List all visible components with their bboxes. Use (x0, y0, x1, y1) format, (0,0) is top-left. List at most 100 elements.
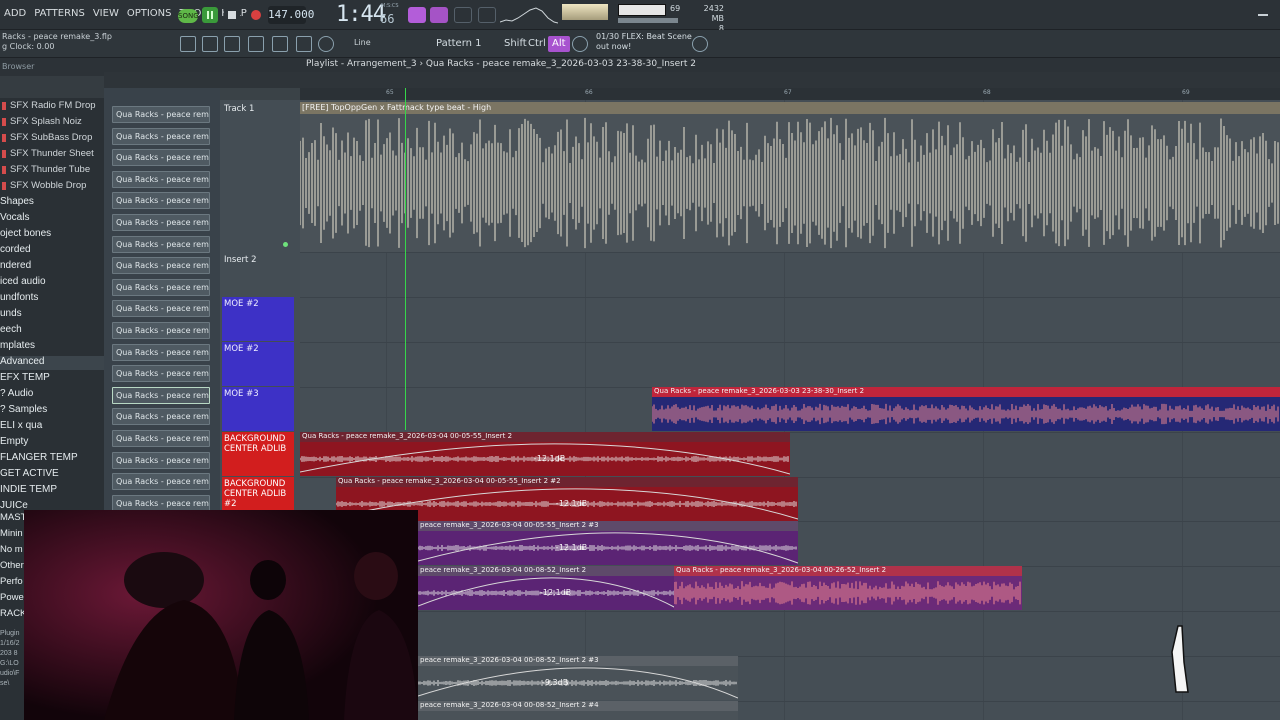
audio-clip-row9a[interactable]: peace remake_3_2026-03-04 00-08-52_Inser… (418, 566, 676, 610)
picker-clip[interactable]: Qua Racks - peace remak... (112, 451, 210, 469)
browser-icon[interactable] (296, 36, 312, 52)
browser-item[interactable]: ELI x qua (0, 420, 104, 434)
countdown-icon[interactable] (430, 7, 448, 23)
picker-clip[interactable]: Qua Racks - peace remak... (112, 214, 210, 231)
browser-item[interactable]: No m (0, 544, 23, 555)
picker-clip[interactable]: Qua Racks - peace remak... (112, 300, 210, 318)
browser-item[interactable]: SFX Wobble Drop (0, 180, 104, 194)
picker-clip[interactable]: Qua Racks - peace remak... (112, 322, 210, 339)
audio-clip-bg1[interactable]: Qua Racks - peace remake_3_2026-03-04 00… (300, 432, 790, 476)
picker-clip[interactable]: Qua Racks - peace remak... (112, 127, 210, 145)
picker-clip[interactable]: Qua Racks - peace remak... (112, 235, 210, 253)
browser-item[interactable]: iced audio (0, 276, 104, 290)
menu-add[interactable]: ADD (4, 8, 26, 19)
browser-item[interactable]: ? Samples (0, 404, 104, 418)
browser-item-label: Empty (0, 436, 29, 447)
master-pitch-slider[interactable] (618, 18, 678, 23)
record-button[interactable] (248, 7, 264, 23)
song-mode-toggle[interactable]: SONG (178, 9, 199, 23)
piano-roll-icon[interactable] (224, 36, 240, 52)
snap-selector[interactable]: Line (354, 38, 371, 47)
browser-item[interactable]: Empty (0, 436, 104, 450)
browser-item[interactable]: SFX Radio FM Drop (0, 100, 104, 114)
browser-item[interactable]: unds (0, 308, 104, 322)
browser-item[interactable]: GET ACTIVE (0, 468, 104, 482)
master-volume-slider[interactable] (618, 4, 666, 16)
timeline-ruler[interactable]: 65 66 67 68 69 (300, 88, 1280, 100)
track-header-5[interactable]: MOE #3 (222, 387, 294, 431)
browser-item[interactable]: SFX Thunder Tube (0, 164, 104, 178)
browser-item[interactable]: Vocals (0, 212, 104, 226)
menu-options[interactable]: OPTIONS (127, 8, 172, 19)
picker-clip[interactable]: Qua Racks - peace remak... (112, 408, 210, 426)
browser-item[interactable]: ? Audio (0, 388, 104, 402)
browser-item[interactable]: SFX SubBass Drop (0, 132, 104, 146)
menu-view[interactable]: VIEW (93, 8, 119, 19)
snap-icon[interactable] (180, 36, 196, 52)
audio-clip-row9b[interactable]: Qua Racks - peace remake_3_2026-03-04 00… (674, 566, 1022, 610)
browser-item[interactable]: ndered (0, 260, 104, 274)
browser-item[interactable]: undfonts (0, 292, 104, 306)
picker-clip[interactable]: Qua Racks - peace remak... (112, 365, 210, 383)
track-led[interactable] (283, 242, 288, 247)
picker-clip[interactable]: Qua Racks - peace remak... (112, 170, 210, 188)
browser-item[interactable]: FLANGER TEMP (0, 452, 104, 466)
stop-button[interactable] (224, 7, 240, 23)
play-pause-button[interactable] (202, 7, 218, 23)
news-ticker[interactable]: 01/30 FLEX: Beat Scene out now! (596, 32, 692, 52)
audio-clip-beat[interactable]: [FREE] TopOppGen x Fattmack type beat - … (300, 102, 1280, 252)
picker-clip[interactable]: Qua Racks - peace remak... (112, 278, 210, 296)
browser-item[interactable]: eech (0, 324, 104, 338)
audio-clip-row11[interactable]: peace remake_3_2026-03-04 00-08-52_Inser… (418, 656, 738, 700)
browser-item[interactable]: MAST (0, 512, 26, 523)
channel-rack-icon[interactable] (202, 36, 218, 52)
pattern-selector[interactable]: Pattern 1 (436, 36, 496, 52)
browser-item[interactable]: EFX TEMP (0, 372, 104, 386)
minimize-icon[interactable] (1258, 14, 1268, 16)
browser-item[interactable]: corded (0, 244, 104, 258)
browser-item[interactable]: INDIE TEMP (0, 484, 104, 498)
audio-clip-row12[interactable]: peace remake_3_2026-03-04 00-08-52_Inser… (418, 701, 738, 720)
browser-item[interactable]: SFX Splash Noiz (0, 116, 104, 130)
track-header-3[interactable]: MOE #2 (222, 297, 294, 341)
tempo-display[interactable]: 147.000 (268, 6, 314, 24)
picker-clip[interactable]: Qua Racks - peace remak... (112, 473, 210, 491)
track-header-1[interactable]: Track 1 (222, 102, 294, 146)
picker-clip[interactable]: Qua Racks - peace remak... (112, 192, 210, 210)
browser-item[interactable]: Perfo (0, 576, 23, 587)
news-icon[interactable] (572, 36, 588, 52)
browser-item[interactable]: SFX Thunder Sheet (0, 148, 104, 162)
audio-clip-bg3[interactable]: peace remake_3_2026-03-04 00-05-55_Inser… (418, 521, 798, 565)
browser-item[interactable]: mplates (0, 340, 104, 354)
menu-patterns[interactable]: PATTERNS (34, 8, 85, 19)
playhead[interactable] (405, 88, 406, 430)
playlist-grid[interactable]: [FREE] TopOppGen x Fattmack type beat - … (300, 100, 1280, 720)
browser-item[interactable]: oject bones (0, 228, 104, 242)
microphone-icon[interactable] (318, 36, 334, 52)
metronome-icon[interactable] (478, 7, 496, 23)
track-header-7[interactable]: BACKGROUND CENTER ADLIB #2 (222, 477, 294, 511)
loop-record-icon[interactable] (454, 7, 472, 23)
track-header-6[interactable]: BACKGROUND CENTER ADLIB (222, 432, 294, 476)
picker-clip[interactable]: Qua Racks - peace remak... (112, 386, 210, 404)
picker-clip[interactable]: Qua Racks - peace remak... (112, 430, 210, 447)
picker-clip[interactable]: Qua Racks - peace remak... (112, 149, 210, 167)
browser-item[interactable]: Advanced (0, 356, 104, 370)
track-header-4[interactable]: MOE #2 (222, 342, 294, 386)
picker-clip[interactable]: Qua Racks - peace remak... (112, 257, 210, 275)
browser-item[interactable]: Shapes (0, 196, 104, 210)
picker-clip[interactable]: Qua Racks - peace remak... (112, 106, 210, 123)
browser-item[interactable]: Power (0, 592, 27, 603)
audio-clip-moe3[interactable]: Qua Racks - peace remake_3_2026-03-03 23… (652, 387, 1280, 431)
alt-key-button[interactable]: Alt (548, 36, 570, 52)
picker-clip[interactable]: Qua Racks - peace remak... (112, 343, 210, 361)
mixer-icon[interactable] (272, 36, 288, 52)
browser-item[interactable]: Minin (0, 528, 23, 539)
browser-item[interactable]: Other (0, 560, 24, 571)
ctrl-key-button[interactable]: Ctrl (524, 36, 550, 52)
wait-for-input-icon[interactable] (408, 7, 426, 23)
track-header-2[interactable]: Insert 2 (222, 253, 294, 297)
globe-icon[interactable] (692, 36, 708, 52)
clip-title: Qua Racks - peace remake_3_2026-03-04 00… (676, 566, 887, 574)
playlist-icon[interactable] (248, 36, 264, 52)
